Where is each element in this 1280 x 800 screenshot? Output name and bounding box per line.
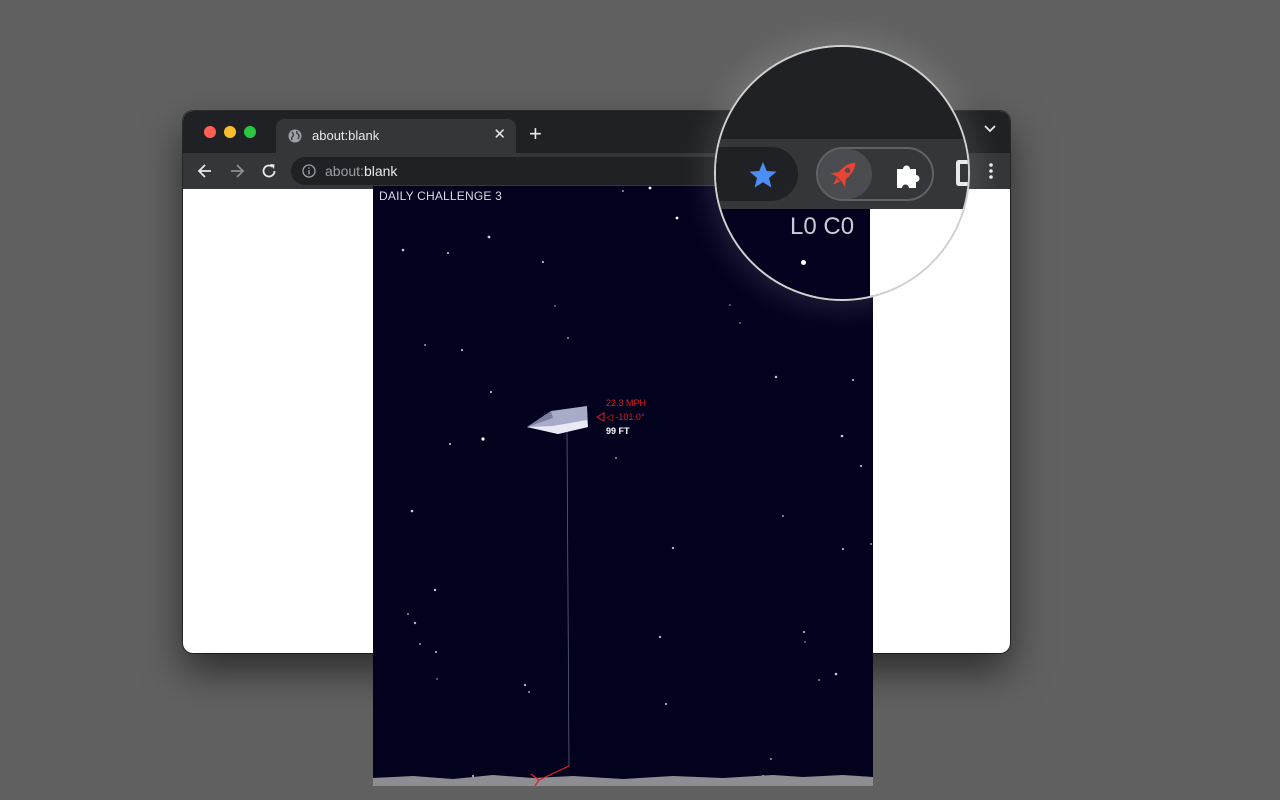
- address-text: about:blank: [325, 163, 398, 179]
- magnified-star: [801, 260, 806, 265]
- bookmark-star-icon[interactable]: [748, 160, 778, 190]
- back-arrow-icon[interactable]: [196, 162, 214, 180]
- daily-challenge-label: DAILY CHALLENGE 3: [379, 189, 503, 203]
- tab-close-button[interactable]: ✕: [493, 126, 506, 144]
- extensions-puzzle-icon[interactable]: [892, 159, 924, 191]
- forward-arrow-icon[interactable]: [228, 162, 246, 180]
- minimize-window-button[interactable]: [224, 126, 236, 138]
- tether-line: [566, 430, 570, 767]
- magnified-score: L0 C0: [790, 213, 855, 240]
- side-panel-icon[interactable]: [956, 160, 968, 186]
- reload-icon[interactable]: [260, 162, 278, 180]
- tab-title: about:blank: [312, 128, 380, 143]
- info-icon[interactable]: [302, 164, 316, 178]
- zoom-magnifier: L0 C0: [714, 45, 970, 301]
- new-tab-button[interactable]: +: [529, 123, 542, 145]
- globe-icon: [288, 129, 302, 143]
- close-window-button[interactable]: [204, 126, 216, 138]
- altitude-readout: 99 FT: [606, 426, 630, 436]
- direction-marker: [595, 412, 605, 422]
- lander-ship: [527, 406, 588, 434]
- magnified-titlebar: [716, 47, 968, 139]
- speed-readout: 22.3 MPH: [606, 398, 647, 408]
- angle-readout: ◁ -101.0°: [606, 412, 645, 422]
- more-menu-icon[interactable]: [989, 162, 993, 180]
- rocket-extension-icon[interactable]: [826, 156, 862, 192]
- chevron-down-icon[interactable]: [984, 125, 996, 133]
- lunar-ground: [373, 775, 873, 786]
- zoom-window-button[interactable]: [244, 126, 256, 138]
- tab-about-blank[interactable]: about:blank ✕: [276, 119, 516, 153]
